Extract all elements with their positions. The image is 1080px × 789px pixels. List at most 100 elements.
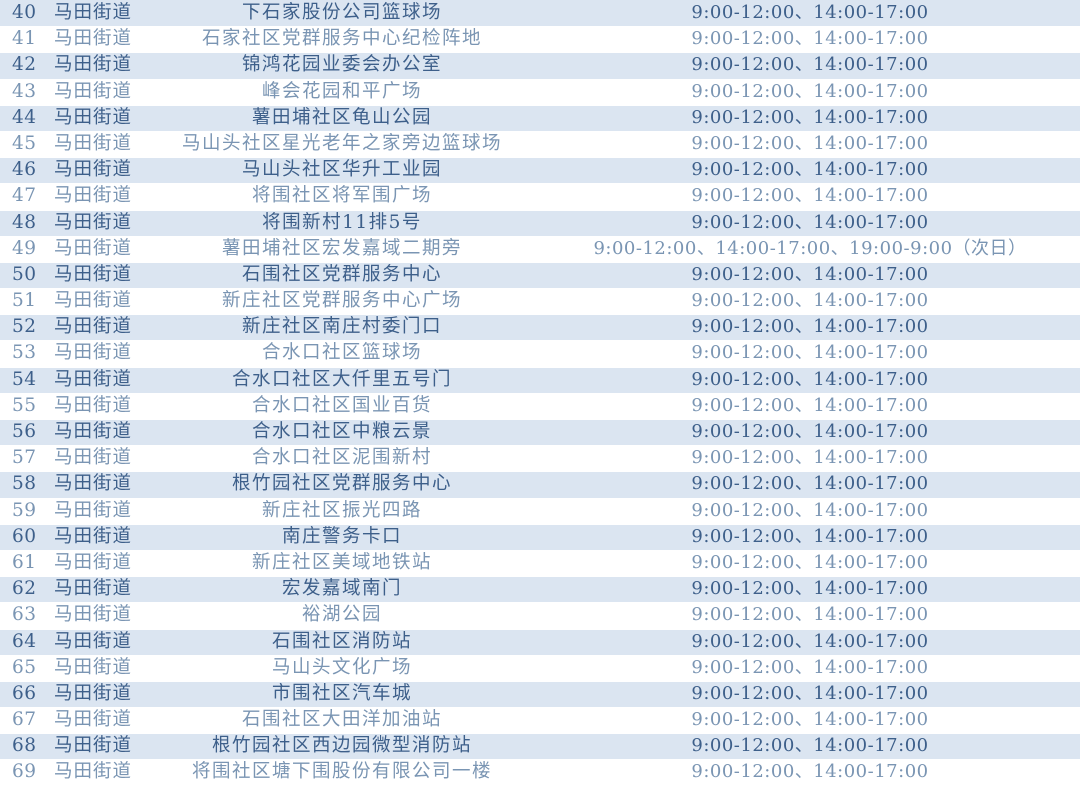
- opening-hours: 9:00-12:00、14:00-17:00: [691, 394, 929, 416]
- table-row: 64 马田街道 石围社区消防站 9:00-12:00、14:00-17:00: [0, 628, 1080, 655]
- street-name: 马田街道: [54, 709, 133, 731]
- street-name: 马田街道: [54, 604, 133, 626]
- site-location: 新庄社区振光四路: [261, 499, 422, 521]
- site-location: 合水口社区中粮云景: [251, 421, 432, 442]
- street-name: 马田街道: [54, 2, 133, 23]
- site-location: 新庄社区美域地铁站: [251, 551, 432, 573]
- site-location: 石围社区消防站: [271, 630, 412, 652]
- row-number: 69: [12, 761, 37, 783]
- site-location: 根竹园社区西边园微型消防站: [211, 735, 472, 757]
- opening-hours: 9:00-12:00、14:00-17:00: [691, 316, 929, 338]
- street-name: 马田街道: [54, 263, 133, 285]
- table-row: 56 马田街道 合水口社区中粮云景 9:00-12:00、14:00-17:00: [0, 419, 1080, 446]
- street-name: 马田街道: [54, 525, 133, 547]
- opening-hours: 9:00-12:00、14:00-17:00: [691, 211, 929, 233]
- street-name: 马田街道: [54, 185, 133, 207]
- opening-hours: 9:00-12:00、14:00-17:00: [691, 499, 929, 521]
- site-location: 马山头文化广场: [271, 656, 412, 678]
- site-location: 裕湖公园: [301, 604, 382, 626]
- opening-hours: 9:00-12:00、14:00-17:00: [691, 682, 929, 704]
- opening-hours: 9:00-12:00、14:00-17:00: [691, 368, 929, 390]
- row-number: 47: [12, 185, 37, 207]
- row-number: 62: [12, 578, 37, 600]
- row-number: 64: [12, 630, 37, 652]
- street-name: 马田街道: [54, 578, 133, 600]
- site-location: 峰会花园和平广场: [261, 80, 422, 102]
- site-location: 石围社区党群服务中心: [241, 263, 442, 285]
- street-name: 马田街道: [54, 237, 133, 259]
- site-location: 南庄警务卡口: [281, 525, 402, 547]
- opening-hours: 9:00-12:00、14:00-17:00: [691, 28, 929, 50]
- opening-hours: 9:00-12:00、14:00-17:00: [691, 80, 929, 102]
- row-number: 56: [12, 421, 37, 442]
- table-row: 67 马田街道 石围社区大田洋加油站 9:00-12:00、14:00-17:00: [0, 707, 1080, 734]
- table-row: 46 马田街道 马山头社区华升工业园 9:00-12:00、14:00-17:00: [0, 157, 1080, 184]
- street-name: 马田街道: [54, 499, 133, 521]
- table-row: 47 马田街道 将围社区将军围广场 9:00-12:00、14:00-17:00: [0, 183, 1080, 210]
- street-name: 马田街道: [54, 80, 133, 102]
- table-row: 41 马田街道 石家社区党群服务中心纪检阵地 9:00-12:00、14:00-17:…: [0, 26, 1080, 53]
- row-number: 52: [12, 316, 37, 338]
- row-number: 44: [12, 106, 37, 128]
- opening-hours: 9:00-12:00、14:00-17:00: [691, 473, 929, 495]
- street-name: 马田街道: [54, 447, 133, 469]
- opening-hours: 9:00-12:00、14:00-17:00: [691, 290, 929, 312]
- opening-hours: 9:00-12:00、14:00-17:00: [691, 159, 929, 181]
- testing-sites-table: 40 马田街道 下石家股份公司篮球场 9:00-12:00、14:00-17:00 41…: [0, 0, 1080, 789]
- site-location: 马山头社区华升工业园: [241, 159, 442, 181]
- row-number: 50: [12, 263, 37, 285]
- table-row: 61 马田街道 新庄社区美域地铁站 9:00-12:00、14:00-17:00: [0, 549, 1080, 577]
- opening-hours: 9:00-12:00、14:00-17:00: [691, 132, 929, 154]
- row-number: 60: [12, 525, 37, 547]
- table-row: 58 马田街道 根竹园社区党群服务中心 9:00-12:00、14:00-17:00: [0, 471, 1080, 498]
- table-row: 57 马田街道 合水口社区泥围新村 9:00-12:00、14:00-17:00: [0, 445, 1080, 472]
- street-name: 马田街道: [54, 421, 133, 442]
- street-name: 马田街道: [54, 159, 133, 181]
- row-number: 58: [12, 473, 37, 495]
- site-location: 石围社区大田洋加油站: [241, 709, 442, 731]
- site-location: 合水口社区泥围新村: [251, 447, 432, 469]
- street-name: 马田街道: [54, 473, 133, 495]
- opening-hours: 9:00-12:00、14:00-17:00: [691, 106, 929, 128]
- opening-hours: 9:00-12:00、14:00-17:00: [691, 735, 929, 757]
- street-name: 马田街道: [54, 211, 133, 233]
- row-number: 53: [12, 342, 37, 364]
- table-row: 69 马田街道 将围社区塘下围股份有限公司一楼 9:00-12:00、14:00-17…: [0, 759, 1080, 786]
- opening-hours: 9:00-12:00、14:00-17:00、19:00-9:00（次日）: [593, 237, 1027, 259]
- table-row: 45 马田街道 马山头社区星光老年之家旁边篮球场 9:00-12:00、14:00-1…: [0, 130, 1080, 158]
- row-number: 48: [12, 211, 37, 233]
- site-location: 合水口社区国业百货: [251, 394, 432, 416]
- site-location: 石家社区党群服务中心纪检阵地: [201, 28, 482, 50]
- street-name: 马田街道: [54, 656, 133, 678]
- site-location: 将围社区塘下围股份有限公司一楼: [191, 761, 492, 783]
- street-name: 马田街道: [54, 106, 133, 128]
- opening-hours: 9:00-12:00、14:00-17:00: [691, 604, 929, 626]
- opening-hours: 9:00-12:00、14:00-17:00: [691, 630, 929, 652]
- street-name: 马田街道: [54, 761, 133, 783]
- opening-hours: 9:00-12:00、14:00-17:00: [691, 551, 929, 573]
- site-location: 将围社区将军围广场: [251, 185, 432, 207]
- opening-hours: 9:00-12:00、14:00-17:00: [691, 54, 929, 76]
- row-number: 43: [12, 80, 37, 102]
- opening-hours: 9:00-12:00、14:00-17:00: [691, 761, 929, 783]
- street-name: 马田街道: [54, 28, 133, 50]
- row-number: 42: [12, 54, 37, 76]
- street-name: 马田街道: [54, 342, 133, 364]
- opening-hours: 9:00-12:00、14:00-17:00: [691, 421, 929, 442]
- table-row: 54 马田街道 合水口社区大仟里五号门 9:00-12:00、14:00-17:00: [0, 366, 1080, 393]
- site-location: 薯田埔社区宏发嘉域二期旁: [221, 237, 462, 259]
- opening-hours: 9:00-12:00、14:00-17:00: [691, 2, 929, 23]
- street-name: 马田街道: [54, 290, 133, 312]
- opening-hours: 9:00-12:00、14:00-17:00: [691, 185, 929, 207]
- row-number: 65: [12, 656, 37, 678]
- row-number: 55: [12, 394, 37, 416]
- site-location: 新庄社区党群服务中心广场: [221, 290, 462, 312]
- row-number: 61: [12, 551, 37, 573]
- table-row: 50 马田街道 石围社区党群服务中心 9:00-12:00、14:00-17:00: [0, 261, 1080, 289]
- site-location: 下石家股份公司篮球场: [241, 2, 442, 23]
- site-location: 薯田埔社区龟山公园: [251, 106, 432, 128]
- table-row: 49 马田街道 薯田埔社区宏发嘉域二期旁 9:00-12:00、14:00-17:00…: [0, 235, 1080, 262]
- row-number: 68: [12, 735, 37, 757]
- street-name: 马田街道: [54, 368, 133, 390]
- table-row: 68 马田街道 根竹园社区西边园微型消防站 9:00-12:00、14:00-17:0…: [0, 733, 1080, 760]
